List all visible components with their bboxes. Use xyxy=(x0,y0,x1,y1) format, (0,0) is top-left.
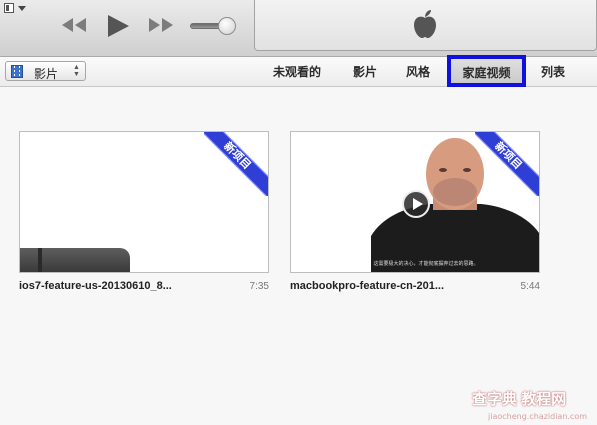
new-badge: 新项目 xyxy=(204,132,268,196)
play-icon[interactable] xyxy=(105,13,131,39)
film-icon xyxy=(11,65,23,78)
play-overlay-icon[interactable] xyxy=(402,190,430,218)
new-badge-label: 新项目 xyxy=(475,132,539,196)
library-selector[interactable]: 影片 ▲ ▼ xyxy=(5,61,86,81)
tab-list[interactable]: 列表 xyxy=(541,63,565,80)
tab-unwatched[interactable]: 未观看的 xyxy=(273,63,321,80)
lcd-display xyxy=(254,0,597,51)
video-title[interactable]: ios7-feature-us-20130610_8... xyxy=(19,280,172,292)
video-duration: 5:44 xyxy=(520,281,540,292)
library-label: 影片 xyxy=(34,67,59,81)
new-badge-label: 新项目 xyxy=(204,132,268,196)
fast-forward-icon[interactable] xyxy=(147,16,175,34)
video-thumbnail[interactable]: 新项目 xyxy=(19,131,269,273)
video-subtitle: 这需要极大的决心，才能彻底摒弃过去的思路。 xyxy=(373,261,479,267)
device-shape xyxy=(20,248,130,272)
watermark-url: jiaocheng.chazidian.com xyxy=(488,412,588,421)
video-title[interactable]: macbookpro-feature-cn-201... xyxy=(290,280,444,292)
volume-slider[interactable] xyxy=(190,17,238,35)
tab-home-videos[interactable]: 家庭视频 xyxy=(447,55,526,87)
video-duration: 7:35 xyxy=(249,281,269,292)
window-menu-icon[interactable] xyxy=(4,3,30,15)
video-item[interactable]: 这需要极大的决心，才能彻底摒弃过去的思路。 新项目 macbookpro-fea… xyxy=(290,131,540,298)
tab-genres[interactable]: 风格 xyxy=(406,63,430,80)
library-toolbar: 影片 ▲ ▼ 未观看的 影片 风格 家庭视频 列表 xyxy=(0,55,597,87)
rewind-icon[interactable] xyxy=(60,16,88,34)
new-badge: 新项目 xyxy=(475,132,539,196)
player-bar xyxy=(0,0,597,57)
apple-logo-icon xyxy=(412,9,438,44)
watermark: 查字典 教程网 jiaocheng.chazidian.com xyxy=(472,384,597,425)
volume-knob[interactable] xyxy=(218,17,236,35)
up-down-arrows-icon: ▲ ▼ xyxy=(73,64,80,78)
video-item[interactable]: 新项目 ios7-feature-us-20130610_8... 7:35 xyxy=(19,131,269,298)
watermark-text: 查字典 教程网 xyxy=(472,391,567,408)
tab-movies[interactable]: 影片 xyxy=(353,63,377,80)
video-thumbnail[interactable]: 这需要极大的决心，才能彻底摒弃过去的思路。 新项目 xyxy=(290,131,540,273)
